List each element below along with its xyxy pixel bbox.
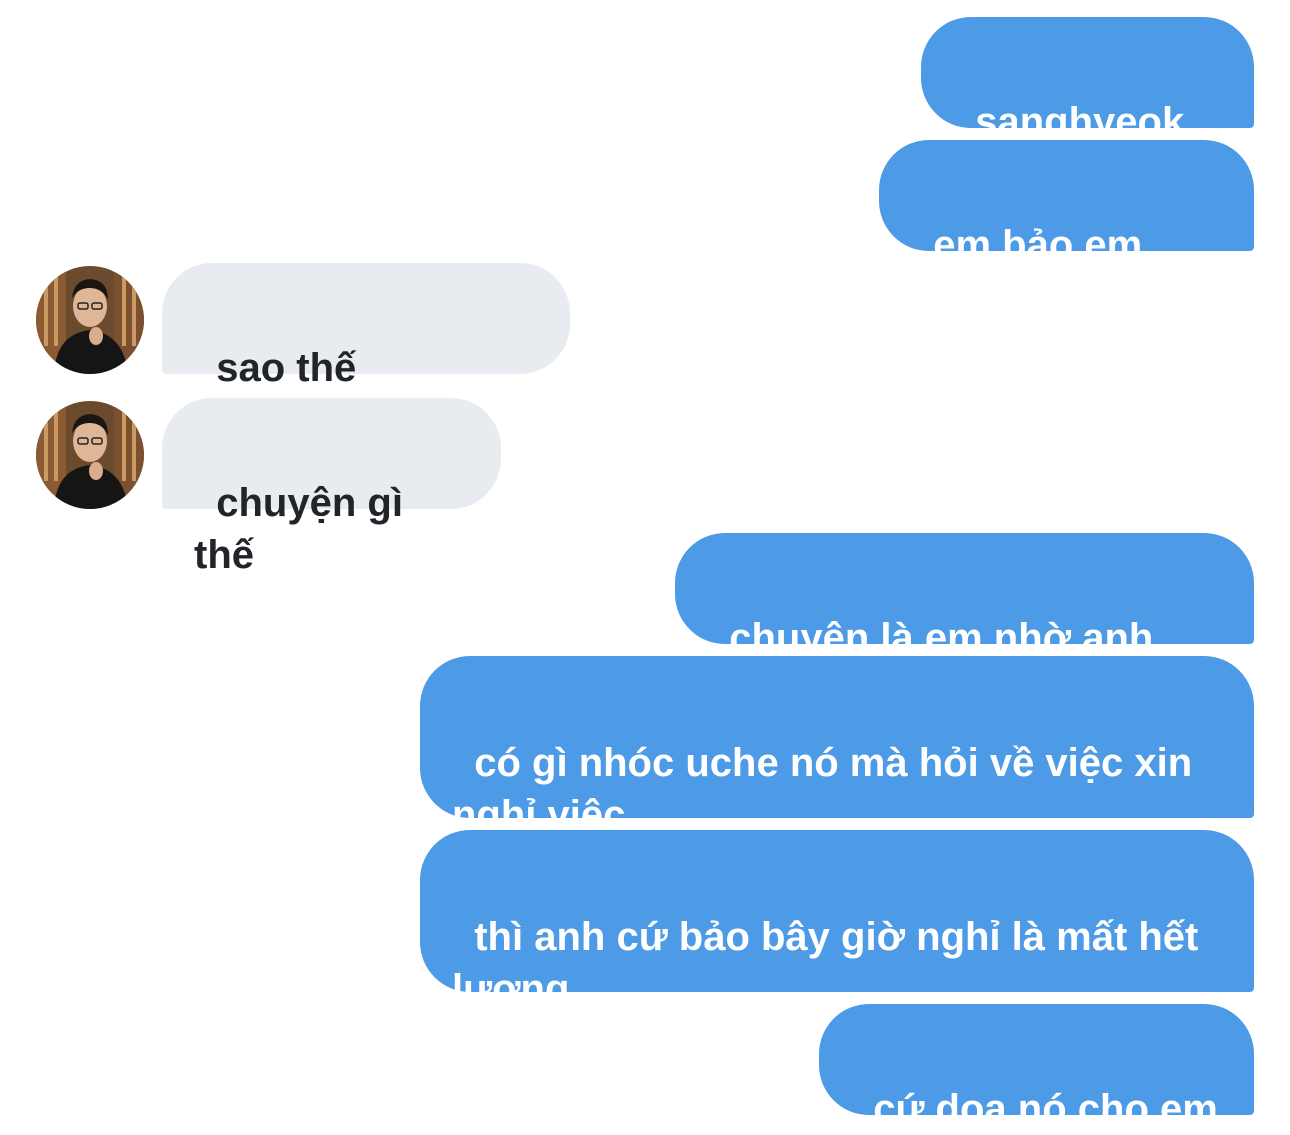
message-text: thì anh cứ bảo bây giờ nghỉ là mất hết l… xyxy=(452,915,1199,1011)
avatar-icon[interactable] xyxy=(36,266,144,374)
avatar-icon[interactable] xyxy=(36,401,144,509)
message-text: chuyện gì thế xyxy=(194,481,415,577)
message-bubble-outgoing[interactable]: sanghyeok ơi xyxy=(921,17,1254,196)
message-bubble-outgoing[interactable]: cứ doạ nó cho em xyxy=(819,1004,1254,1131)
message-bubble-incoming[interactable]: sao thế wangho? xyxy=(162,263,570,442)
avatar-image xyxy=(36,266,144,374)
message-bubble-outgoing[interactable]: chuyện là em nhờ anh xíu xyxy=(675,533,1254,712)
message-bubble-outgoing[interactable]: thì anh cứ bảo bây giờ nghỉ là mất hết l… xyxy=(420,830,1254,1011)
message-text: cứ doạ nó cho em xyxy=(873,1087,1218,1131)
message-bubble-outgoing[interactable]: có gì nhóc uche nó mà hỏi về việc xin ng… xyxy=(420,656,1254,837)
message-text: em bảo em bảo xyxy=(911,223,1154,319)
message-text: có gì nhóc uche nó mà hỏi về việc xin ng… xyxy=(452,741,1193,837)
message-bubble-incoming[interactable]: chuyện gì thế xyxy=(162,398,501,577)
message-bubble-outgoing[interactable]: em bảo em bảo xyxy=(879,140,1254,319)
avatar-image xyxy=(36,401,144,509)
